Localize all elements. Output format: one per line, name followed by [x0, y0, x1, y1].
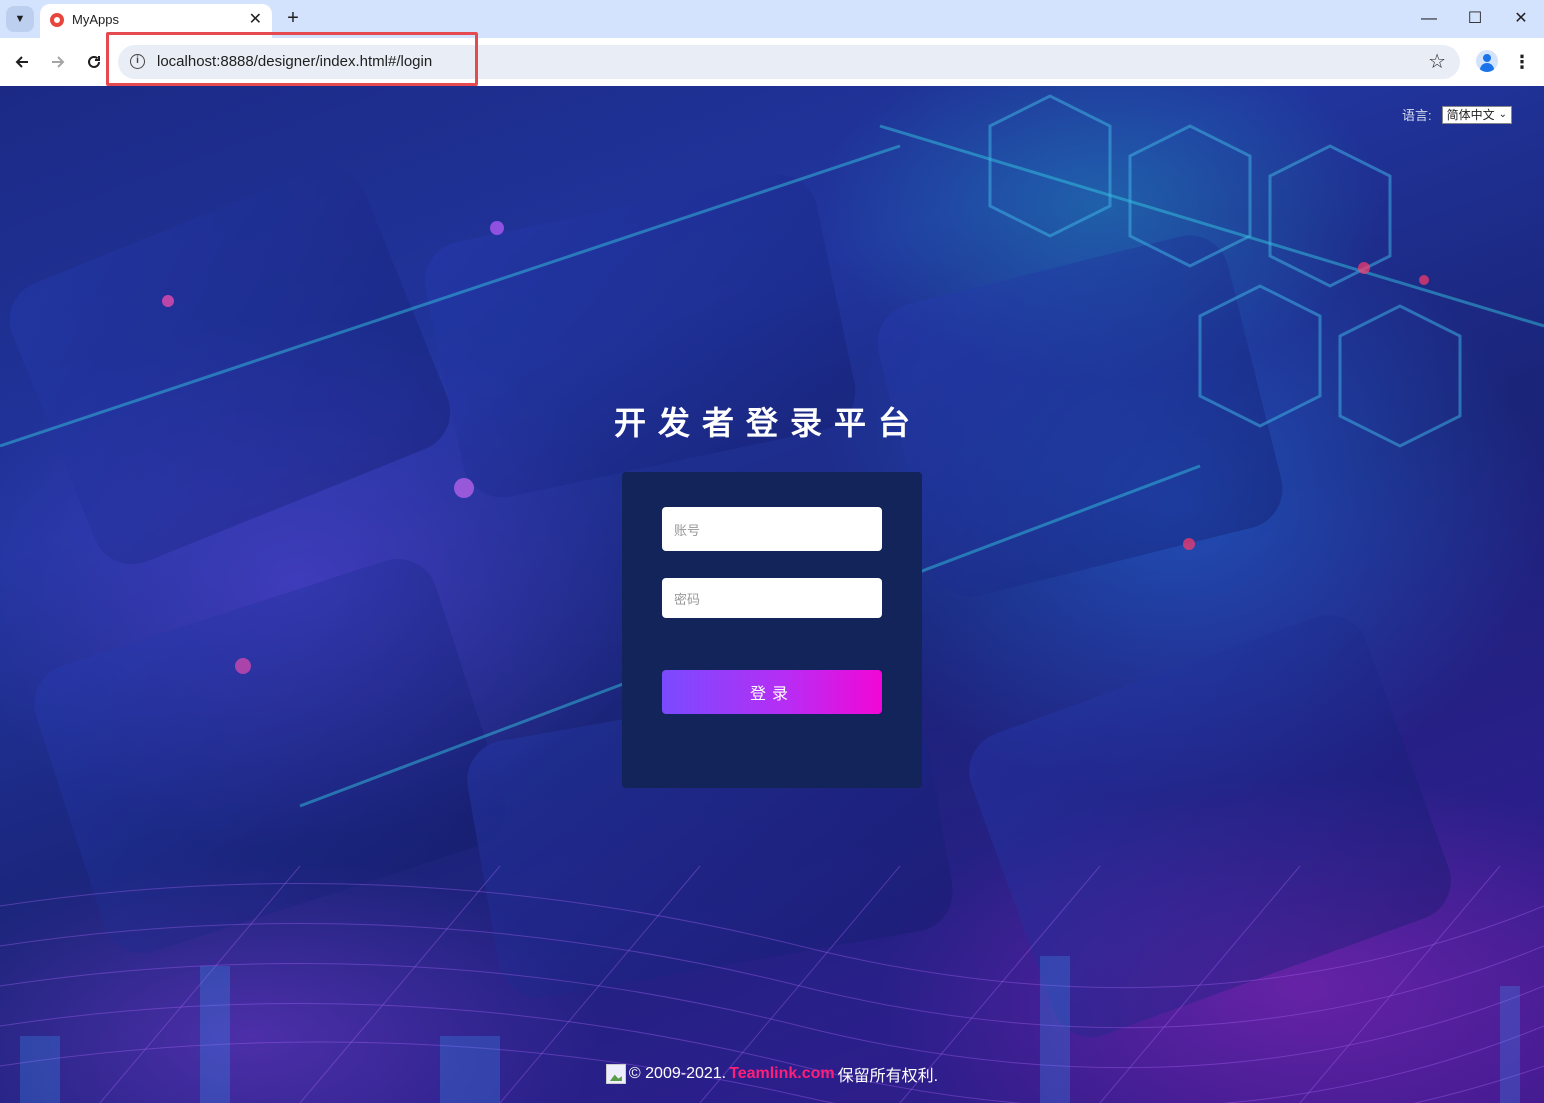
- footer-suffix: 保留所有权利.: [837, 1068, 939, 1085]
- bookmark-star-icon[interactable]: ☆: [1428, 50, 1446, 74]
- close-tab-icon[interactable]: ✕: [249, 10, 262, 30]
- maximize-window-button[interactable]: ☐: [1461, 6, 1489, 32]
- page-title: 开发者登录平台: [613, 405, 922, 441]
- profile-avatar-icon[interactable]: [1476, 50, 1498, 72]
- language-label: 语言:: [1401, 108, 1432, 123]
- password-placeholder: 密码: [674, 591, 701, 607]
- more-menu-icon[interactable]: ⋮: [1512, 50, 1532, 74]
- arrow-right-icon: [52, 56, 65, 68]
- chevron-down-icon: ▼: [14, 13, 26, 25]
- back-button[interactable]: [10, 50, 34, 74]
- close-window-button[interactable]: ✕: [1507, 6, 1535, 32]
- copyright-footer: © 2009-2021. Teamlink.com 保留所有权利.: [0, 1062, 1544, 1086]
- login-page: 语言: 简体中文 ⌄ 开发者登录平台 账号 密码 登录 © 2009-2021.…: [0, 86, 1544, 1103]
- app-favicon-icon: [50, 13, 64, 27]
- language-select[interactable]: 简体中文 ⌄: [1441, 105, 1512, 124]
- footer-link[interactable]: Teamlink.com: [729, 1065, 835, 1083]
- reload-button[interactable]: [82, 50, 106, 74]
- minimize-window-button[interactable]: —: [1415, 6, 1443, 32]
- language-select-value: 简体中文: [1446, 108, 1495, 122]
- language-switcher: 语言: 简体中文 ⌄: [1402, 105, 1512, 124]
- login-form: 账号 密码 登录: [622, 472, 922, 788]
- account-input[interactable]: 账号: [662, 507, 882, 551]
- login-button[interactable]: 登录: [662, 670, 882, 714]
- footer-prefix: © 2009-2021.: [628, 1065, 727, 1082]
- tab-search-button[interactable]: ▼: [6, 6, 34, 32]
- password-input[interactable]: 密码: [662, 578, 882, 618]
- new-tab-button[interactable]: +: [282, 6, 304, 30]
- url-highlight-annotation: [106, 32, 478, 86]
- account-placeholder: 账号: [674, 522, 701, 538]
- tab-title: MyApps: [72, 12, 119, 27]
- arrow-left-icon: [15, 56, 28, 68]
- reload-icon: [88, 55, 100, 68]
- broken-image-icon: [605, 1064, 626, 1084]
- chevron-down-icon: ⌄: [1498, 109, 1507, 120]
- forward-button[interactable]: [46, 50, 70, 74]
